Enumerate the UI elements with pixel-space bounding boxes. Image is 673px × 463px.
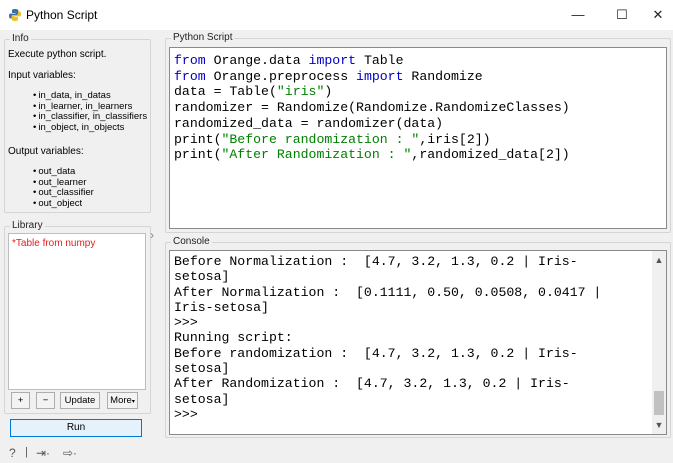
script-editor[interactable]: from Orange.data import Table from Orang… — [169, 47, 667, 229]
list-item: out_object — [33, 198, 94, 210]
list-item: in_object, in_objects — [33, 122, 147, 134]
string-literal: "iris" — [276, 84, 325, 100]
chevron-up-icon[interactable]: ▲ — [652, 253, 666, 267]
run-button[interactable]: Run — [10, 419, 142, 437]
add-script-button[interactable]: + — [11, 392, 30, 409]
string-literal: "Before randomization : " — [221, 131, 420, 147]
close-button[interactable]: ✕ — [636, 0, 673, 30]
more-button-label: More — [110, 395, 132, 406]
library-group-title: Library — [10, 220, 45, 231]
keyword: import — [356, 68, 404, 84]
info-description: Execute python script. — [8, 49, 107, 60]
library-item[interactable]: *Table from numpy — [12, 238, 95, 249]
string-literal: "After Randomization : " — [221, 147, 412, 163]
chevron-down-icon[interactable]: ▼ — [652, 418, 666, 432]
minimize-button[interactable]: — — [556, 0, 600, 30]
input-variables-title: Input variables: — [8, 70, 76, 81]
console-text: Before Normalization : [4.7, 3.2, 1.3, 0… — [174, 254, 602, 422]
collapse-arrow-icon[interactable]: › — [150, 228, 154, 242]
keyword: import — [308, 53, 357, 68]
library-list[interactable]: *Table from numpy — [8, 233, 146, 390]
scrollbar-thumb[interactable] — [654, 391, 664, 415]
title-bar: Python Script — ☐ ✕ — [0, 0, 673, 30]
console-group-title: Console — [171, 236, 212, 247]
keyword: from — [174, 68, 206, 84]
list-item: out_classifier — [33, 187, 93, 199]
list-item: out_data — [33, 166, 94, 178]
chevron-down-icon: ▾ — [131, 399, 135, 405]
status-bar — [0, 444, 673, 463]
list-item: in_data, in_datas — [33, 90, 147, 102]
more-button[interactable]: More▾ — [107, 392, 138, 409]
python-icon — [9, 9, 21, 21]
output-icon[interactable]: ⇨· — [63, 446, 77, 460]
input-variables-list: in_data, in_datas in_learner, in_learner… — [33, 90, 147, 134]
remove-script-button[interactable]: − — [36, 392, 55, 409]
output-variables-list: out_data out_learner out_classifier out_… — [33, 166, 94, 210]
divider: | — [25, 446, 28, 458]
console-scrollbar[interactable]: ▲ ▼ — [652, 251, 666, 434]
script-group-title: Python Script — [171, 32, 235, 43]
info-group-title: Info — [10, 33, 31, 44]
help-icon[interactable]: ? — [9, 446, 16, 460]
window-title: Python Script — [26, 8, 98, 22]
console-output[interactable]: Before Normalization : [4.7, 3.2, 1.3, 0… — [169, 250, 667, 435]
script-code: from Orange.data import Table from Orang… — [174, 53, 570, 163]
update-button[interactable]: Update — [60, 392, 100, 409]
list-item: in_classifier, in_classifiers — [33, 111, 147, 123]
input-icon[interactable]: ⇥· — [36, 446, 50, 460]
output-variables-title: Output variables: — [8, 146, 84, 157]
keyword: from — [174, 53, 206, 68]
